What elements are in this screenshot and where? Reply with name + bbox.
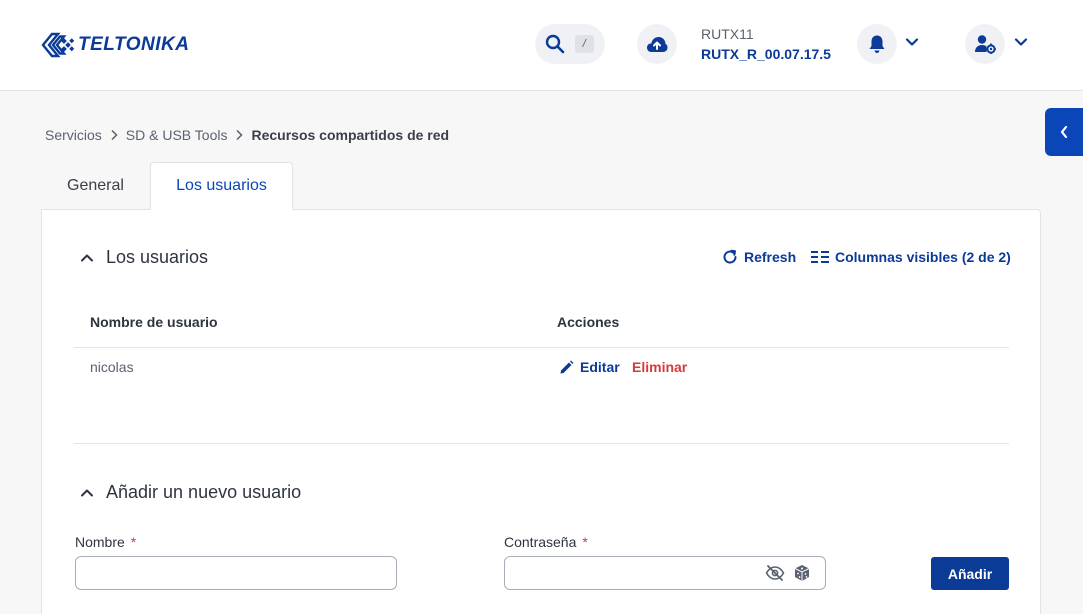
required-mark: * [582,534,588,550]
password-input-actions [765,564,811,582]
breadcrumb-current: Recursos compartidos de red [251,127,450,143]
columns-list-icon [811,251,829,263]
add-user-section-title: Añadir un nuevo usuario [106,482,302,502]
firmware-upload-button[interactable] [637,24,677,64]
teltonika-logo-mark-icon [41,32,75,58]
required-mark: * [130,534,137,550]
visible-columns-label: Columnas visibles (2 de 2) [835,249,1011,265]
notifications-chevron-down-icon[interactable] [905,37,919,47]
table-header-divider [74,347,1009,348]
breadcrumb-item-servicios[interactable]: Servicios [45,127,102,143]
search-shortcut-key: / [575,35,594,53]
user-menu-chevron-down-icon[interactable] [1014,37,1028,47]
tab-los-usuarios[interactable]: Los usuarios [150,162,293,210]
breadcrumb-item-sd-usb-tools[interactable]: SD & USB Tools [126,127,228,143]
column-header-username: Nombre de usuario [90,314,218,330]
name-input[interactable] [75,556,397,590]
delete-user-button[interactable]: Eliminar [632,359,687,375]
column-header-actions: Acciones [557,314,620,330]
users-section-title: Los usuarios [106,247,209,267]
password-field-label: Contraseña * [504,534,588,550]
table-cell-username: nicolas [90,359,134,375]
upload-cloud-icon [647,37,668,52]
chevron-left-icon [1060,125,1068,139]
top-header: TELTONIKA / RUTX11 RUTX_R_00.07.17.5 [0,0,1083,91]
users-section-toggle[interactable]: Los usuarios [80,247,208,268]
visible-columns-button[interactable]: Columnas visibles (2 de 2) [811,249,1011,265]
section-divider [74,443,1009,444]
breadcrumb: Servicios SD & USB Tools Recursos compar… [45,127,449,143]
chevron-right-icon [235,129,244,141]
search-icon [545,34,565,54]
user-settings-icon [975,35,996,54]
edit-user-button[interactable]: Editar [559,359,620,375]
tab-content-panel: Los usuarios Refresh Columnas visibles (… [41,209,1041,614]
tab-general[interactable]: General [41,162,150,210]
refresh-label: Refresh [744,249,797,265]
eye-slash-icon[interactable] [765,565,785,581]
refresh-button[interactable]: Refresh [722,249,796,265]
chevron-up-icon [80,253,94,263]
add-user-section-toggle[interactable]: Añadir un nuevo usuario [80,482,301,503]
name-field-label: Nombre * [75,534,136,550]
bell-icon [869,35,885,53]
firmware-version: RUTX_R_00.07.17.5 [701,46,831,62]
refresh-icon [723,249,737,264]
dice-generate-password-icon[interactable] [793,564,811,582]
user-menu-button[interactable] [965,24,1005,64]
teltonika-logo[interactable]: TELTONIKA [40,29,189,61]
add-user-button[interactable]: Añadir [931,557,1009,590]
side-panel-toggle-button[interactable] [1045,108,1083,156]
name-label-text: Nombre [75,534,125,550]
pencil-icon [560,360,574,373]
logo-text: TELTONIKA [78,34,190,55]
search-button[interactable]: / [535,24,605,64]
chevron-right-icon [110,129,118,141]
password-label-text: Contraseña [504,534,577,550]
device-model: RUTX11 [701,26,754,42]
chevron-up-icon [80,488,94,498]
edit-label: Editar [580,359,620,375]
notifications-button[interactable] [857,24,897,64]
